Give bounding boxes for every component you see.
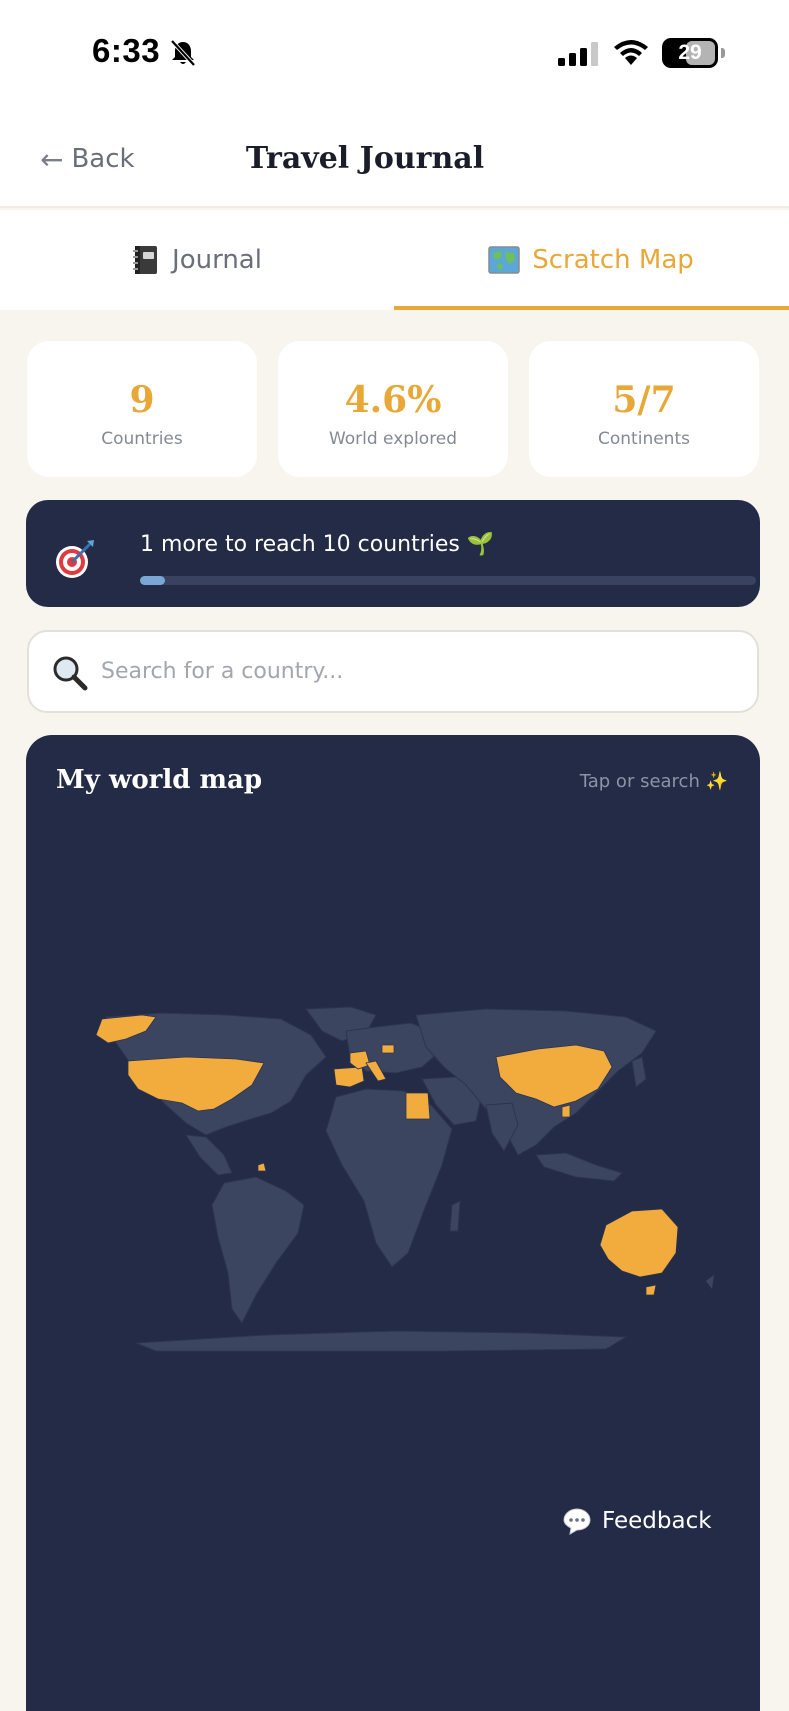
goal-banner: 1 more to reach 10 countries 🌱 [26,500,760,607]
region-south-america [211,1176,305,1324]
stat-label: Countries [101,429,183,449]
region-antarctica [135,1330,628,1352]
stat-value: 5/7 [612,379,676,421]
region-madagascar [449,1200,461,1232]
app-header: ← Back Travel Journal [0,105,789,208]
visited-tasmania [645,1284,657,1296]
tab-journal[interactable]: Journal [0,210,394,310]
status-time: 6:33 [92,32,161,69]
region-central-america [185,1134,233,1176]
search-input[interactable] [101,632,741,711]
battery-icon: 29 [662,38,725,68]
page-title: Travel Journal [245,141,485,176]
status-bar: 6:33 29 [0,0,789,105]
battery-level: 29 [678,41,702,64]
world-map[interactable] [66,1005,746,1355]
stat-card-continents: 5/7 Continents [529,341,759,477]
feedback-label: Feedback [602,1508,712,1534]
active-tab-indicator [394,306,789,310]
goal-progress-bar [140,576,756,585]
magnifier-icon [53,656,88,691]
cellular-signal-icon [558,42,598,66]
region-new-zealand [706,1275,714,1289]
region-africa [325,1088,453,1268]
visited-central-europe [381,1044,395,1054]
wifi-icon [614,40,648,65]
world-map-card: My world map Tap or search ✨ Feedback [26,735,760,1711]
stats-row: 9 Countries 4.6% World explored 5/7 Cont… [27,341,759,477]
world-map-icon [488,246,520,274]
stat-label: World explored [328,429,458,449]
stat-value: 4.6% [344,379,442,421]
bell-off-icon [170,39,196,67]
tab-journal-label: Journal [172,245,262,275]
region-japan [631,1056,647,1088]
visited-iberia [333,1066,365,1088]
region-southeast-asia [535,1152,623,1182]
visited-egypt [405,1092,431,1120]
visited-australia [599,1208,679,1278]
goal-text: 1 more to reach 10 countries 🌱 [140,532,495,557]
target-dart-icon [56,540,94,578]
tab-bar: Journal Scratch Map [0,210,789,310]
stat-card-countries: 9 Countries [27,341,257,477]
goal-progress-fill [140,576,165,585]
feedback-button[interactable]: Feedback [562,1499,712,1543]
map-title: My world map [56,765,263,795]
map-hint: Tap or search ✨ [579,771,728,792]
tab-scratch-map-label: Scratch Map [532,245,694,275]
country-search [27,630,759,713]
visited-france [349,1050,371,1070]
stat-card-world-explored: 4.6% World explored [278,341,508,477]
tab-scratch-map[interactable]: Scratch Map [394,210,788,310]
notebook-icon [133,246,158,274]
visited-east-asia-islands [561,1104,571,1118]
stat-label: Continents [598,429,690,449]
stat-value: 9 [129,379,155,421]
speech-bubble-icon [563,1508,591,1535]
visited-caribbean [257,1162,267,1172]
